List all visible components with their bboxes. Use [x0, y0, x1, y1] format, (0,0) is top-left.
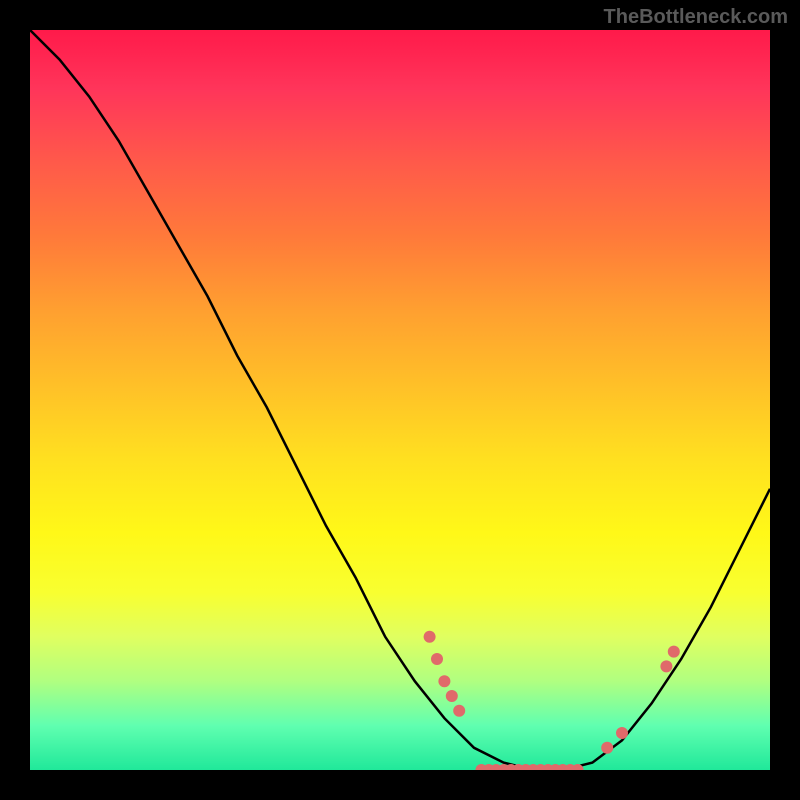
data-marker — [453, 705, 465, 717]
data-marker — [668, 646, 680, 658]
data-marker — [438, 675, 450, 687]
chart-svg — [30, 30, 770, 770]
data-marker — [431, 653, 443, 665]
data-marker — [424, 631, 436, 643]
chart-plot-area — [30, 30, 770, 770]
attribution-text: TheBottleneck.com — [604, 6, 788, 29]
data-marker — [446, 690, 458, 702]
data-marker — [601, 742, 613, 754]
data-marker — [660, 660, 672, 672]
bottleneck-curve — [30, 30, 770, 770]
data-marker — [616, 727, 628, 739]
data-markers — [424, 631, 680, 770]
